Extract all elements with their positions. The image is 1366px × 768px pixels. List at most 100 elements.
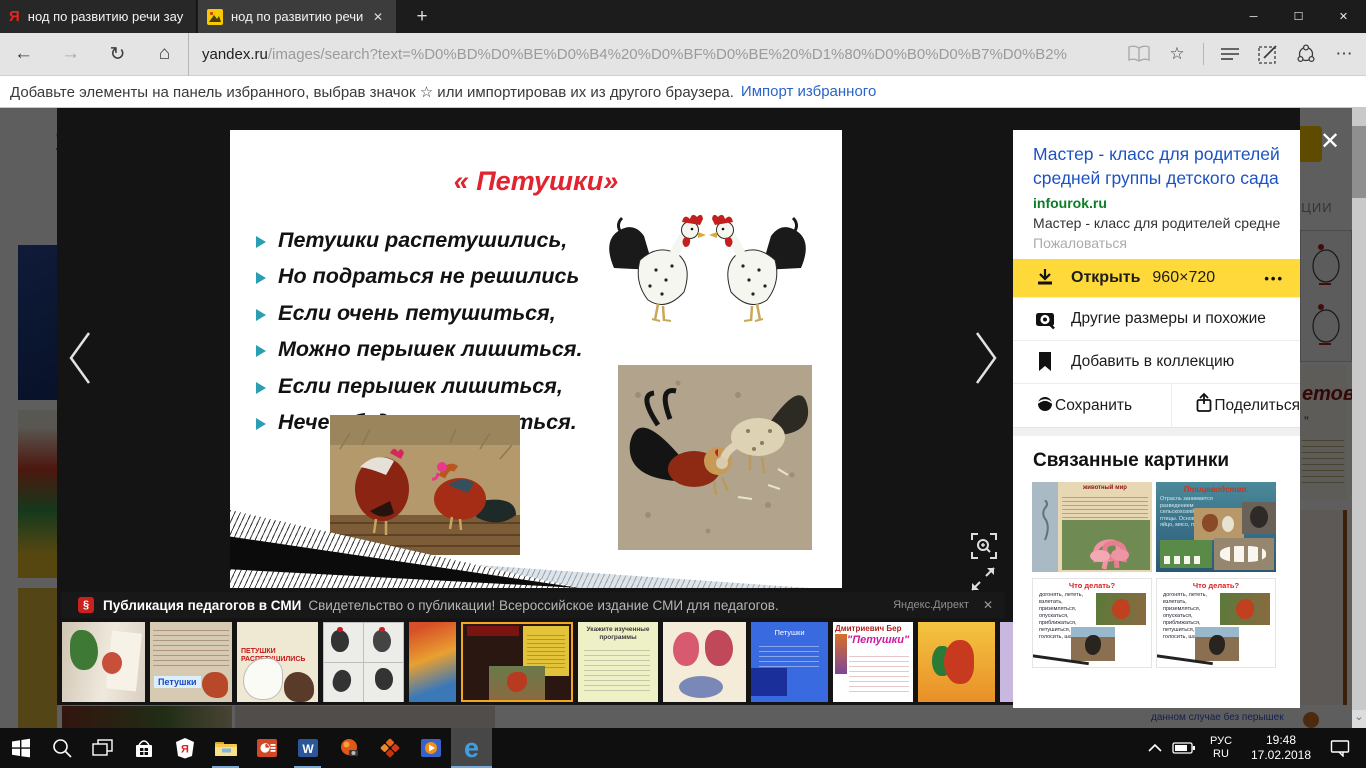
browser-tab-bar: Я нод по развитию речи зау нод по развит… xyxy=(0,0,1366,33)
related-image[interactable]: Птицеводство. Отрасль занимается разведе… xyxy=(1156,482,1276,572)
bookmark-icon xyxy=(1035,351,1057,373)
media-player-icon[interactable] xyxy=(410,728,451,768)
import-favorites-link[interactable]: Импорт избранного xyxy=(741,83,876,100)
thumb-author: Дмитриевич Бер xyxy=(835,624,911,633)
yandex-direct-ad-bar[interactable]: § Публикация педагогов в СМИ Свидетельст… xyxy=(62,592,1005,618)
page-content: ЯЯнд ти ЕКЦИИ етов ” данном случае без п… xyxy=(0,108,1366,728)
result-thumbnail[interactable] xyxy=(663,622,746,702)
taskbar-search-icon[interactable] xyxy=(41,728,82,768)
window-controls: ─ ☐ ✕ xyxy=(1231,0,1366,33)
yandex-direct-label: Яндекс.Директ xyxy=(893,599,969,611)
action-center-icon[interactable] xyxy=(1320,728,1360,768)
result-thumbnail[interactable]: Петушки xyxy=(751,622,828,702)
forward-button[interactable]: → xyxy=(47,43,94,65)
thumb-title: "Петушки" xyxy=(847,634,913,646)
related-image[interactable]: животный мир xyxy=(1032,482,1152,572)
edge-browser-icon-active[interactable]: e xyxy=(451,728,492,768)
result-thumbnail[interactable] xyxy=(409,622,456,702)
yandex-browser-icon[interactable]: Я xyxy=(164,728,205,768)
ad-title[interactable]: Публикация педагогов в СМИ xyxy=(103,598,301,613)
powerpoint-icon[interactable] xyxy=(246,728,287,768)
previous-image-arrow[interactable] xyxy=(66,330,94,391)
fullscreen-icon[interactable] xyxy=(970,566,998,594)
yandex-favicon: Я xyxy=(9,8,20,25)
ad-close-icon[interactable]: ✕ xyxy=(983,598,993,612)
image-title-link[interactable]: Мастер - класс для родителейсредней груп… xyxy=(1033,142,1280,190)
toolbar-icons: ☆ ⋯ xyxy=(1127,42,1366,66)
tray-chevron-icon[interactable] xyxy=(1142,728,1168,768)
related-images-title: Связанные картинки xyxy=(1033,450,1280,472)
open-image-button[interactable]: Открыть 960×720 ••• xyxy=(1013,259,1300,297)
save-button[interactable]: Сохранить xyxy=(1013,384,1172,427)
bullet-icon xyxy=(256,236,266,248)
battery-icon[interactable] xyxy=(1168,728,1200,768)
tab-1-label: нод по развитию речи зау xyxy=(28,9,187,24)
add-to-collection-button[interactable]: Добавить в коллекцию xyxy=(1013,340,1300,383)
start-button[interactable] xyxy=(0,728,41,768)
result-thumbnail[interactable] xyxy=(918,622,995,702)
address-bar[interactable]: yandex.ru/images/search?text=%D0%BD%D0%B… xyxy=(188,33,1068,76)
window-minimize-button[interactable]: ─ xyxy=(1231,0,1276,33)
reading-view-icon[interactable] xyxy=(1127,42,1151,66)
result-thumbnail[interactable]: Петушки xyxy=(150,622,232,702)
photos-app-icon[interactable] xyxy=(328,728,369,768)
file-explorer-icon[interactable] xyxy=(205,728,246,768)
result-thumbnail[interactable] xyxy=(62,622,145,702)
zoom-image-icon[interactable] xyxy=(970,532,998,560)
result-thumbnail[interactable]: Укажите изученные программы xyxy=(578,622,658,702)
back-button[interactable]: ← xyxy=(0,43,47,65)
office-icon[interactable] xyxy=(369,728,410,768)
slide-title: « Петушки» xyxy=(230,166,842,197)
poem-line: Но подраться не решились xyxy=(256,264,579,289)
new-tab-button[interactable]: + xyxy=(404,0,440,33)
result-thumbnail[interactable]: Дмитриевич Бер"Петушки" xyxy=(833,622,913,702)
camera-search-icon xyxy=(1035,308,1057,330)
thumbnail-strip: Петушки ПЕТУШКИ РАСПЕТУШИЛИСЬ Укажите из… xyxy=(62,622,1013,702)
refresh-button[interactable]: ↻ xyxy=(94,43,141,66)
more-options-icon[interactable]: ••• xyxy=(1264,271,1284,286)
tab-1[interactable]: Я нод по развитию речи зау xyxy=(0,0,197,33)
related-image-title: животный мир xyxy=(1060,485,1150,491)
related-image[interactable]: Что делать? догонять, лететь, взлетать, … xyxy=(1032,578,1152,668)
task-view-icon[interactable] xyxy=(82,728,123,768)
related-image[interactable]: Что делать? догонять, лететь, взлетать, … xyxy=(1156,578,1276,668)
tab-2-active[interactable]: нод по развитию речи ✕ xyxy=(198,0,396,33)
result-thumbnail[interactable] xyxy=(323,622,404,702)
favorites-star-icon[interactable]: ☆ xyxy=(1165,42,1189,66)
report-link[interactable]: Пожаловаться xyxy=(1033,235,1280,251)
roosters-photo-right xyxy=(618,365,812,555)
settings-more-icon[interactable]: ⋯ xyxy=(1332,42,1356,66)
tab-close-icon[interactable]: ✕ xyxy=(369,8,387,26)
hub-icon[interactable] xyxy=(1218,42,1242,66)
language-indicator[interactable]: РУСRU xyxy=(1200,728,1242,768)
desktop-screen: Я нод по развитию речи зау нод по развит… xyxy=(0,0,1366,768)
share-icon[interactable] xyxy=(1294,42,1318,66)
clock[interactable]: 19:4817.02.2018 xyxy=(1242,728,1320,768)
next-image-arrow[interactable] xyxy=(972,330,1000,391)
share-button[interactable]: Поделиться xyxy=(1172,384,1300,427)
result-thumbnail[interactable]: ПЕТУШКИ РАСПЕТУШИЛИСЬ xyxy=(237,622,318,702)
result-thumbnail[interactable] xyxy=(1000,622,1013,702)
word-icon[interactable]: W xyxy=(287,728,328,768)
microsoft-store-icon[interactable] xyxy=(123,728,164,768)
tab-2-label: нод по развитию речи xyxy=(231,9,363,24)
related-images-row: Что делать? догонять, лететь, взлетать, … xyxy=(1013,578,1300,668)
main-image-slide[interactable]: « Петушки» Петушки распетушились, Но под… xyxy=(230,130,842,588)
image-info-panel: Мастер - класс для родителейсредней груп… xyxy=(1013,130,1300,708)
window-maximize-button[interactable]: ☐ xyxy=(1276,0,1321,33)
result-thumbnail-selected[interactable] xyxy=(461,622,573,702)
viewer-close-icon[interactable]: ✕ xyxy=(1314,126,1346,158)
related-images-row: животный мир Птицеводство. Отрасль заним… xyxy=(1013,482,1300,572)
home-button[interactable]: ⌂ xyxy=(141,43,188,65)
ad-text: Свидетельство о публикации! Всероссийско… xyxy=(308,598,778,613)
web-note-icon[interactable] xyxy=(1256,42,1280,66)
window-close-button[interactable]: ✕ xyxy=(1321,0,1366,33)
similar-images-button[interactable]: Другие размеры и похожие xyxy=(1013,297,1300,340)
related-image-title: Что делать? xyxy=(1033,581,1151,590)
scrollbar-down-arrow[interactable]: ⌄ xyxy=(1352,710,1366,728)
source-site-link[interactable]: infourok.ru xyxy=(1033,195,1280,211)
page-scrollbar[interactable]: ⌄ xyxy=(1352,108,1366,728)
tray-time: 19:48 xyxy=(1266,733,1296,748)
scrollbar-thumb[interactable] xyxy=(1352,126,1366,198)
svg-text:Я: Я xyxy=(181,744,189,756)
